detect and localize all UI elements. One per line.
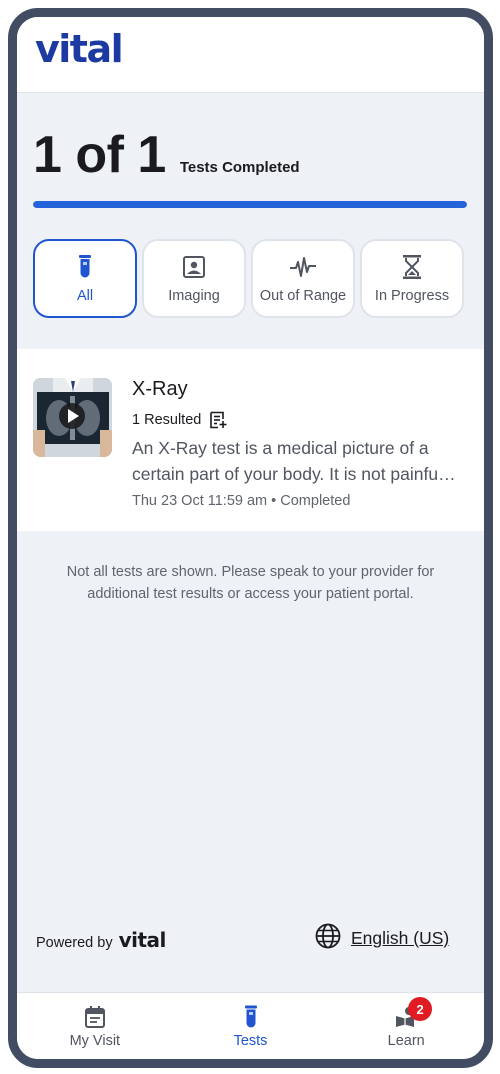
- test-date-status: Thu 23 Oct 11:59 am • Completed: [132, 493, 351, 509]
- vital-logo: vital: [35, 27, 124, 71]
- progress-count: 1 of 1: [33, 126, 166, 184]
- progress-bar: [33, 201, 467, 208]
- filter-out-of-range[interactable]: Out of Range: [251, 239, 355, 318]
- test-card-xray[interactable]: X-Ray 1 Resulted An X-Ray test is a medi…: [17, 349, 484, 531]
- filter-label: Out of Range: [259, 288, 347, 304]
- tab-label: Tests: [233, 1033, 268, 1049]
- tab-my-visit[interactable]: My Visit: [17, 993, 173, 1059]
- xray-thumbnail: [33, 378, 112, 457]
- image-portrait-icon: [180, 253, 208, 281]
- filter-label: All: [76, 288, 94, 304]
- tab-learn[interactable]: 2 Learn: [328, 993, 484, 1059]
- tab-label: My Visit: [69, 1033, 121, 1049]
- hourglass-icon: [398, 253, 426, 281]
- tests-notice: Not all tests are shown. Please speak to…: [66, 564, 435, 602]
- progress-label: Tests Completed: [179, 159, 300, 176]
- resulted-count: 1 Resulted: [132, 412, 202, 428]
- powered-by-label: Powered by: [36, 935, 113, 951]
- learn-badge: 2: [408, 997, 433, 1021]
- test-title: X-Ray: [132, 378, 188, 400]
- pulse-icon: [289, 253, 317, 281]
- phone-frame: vital 1 of 1 Tests Completed All Imaging…: [8, 8, 493, 1068]
- test-tube-icon: [71, 253, 99, 281]
- progress-bar-fill: [33, 201, 467, 208]
- vital-logo-small: vital: [118, 928, 167, 952]
- tab-tests[interactable]: Tests: [173, 993, 329, 1059]
- calendar-icon: [82, 1004, 108, 1030]
- powered-by: Powered by vital: [36, 928, 166, 952]
- filter-in-progress[interactable]: In Progress: [360, 239, 464, 318]
- language-label: English (US): [351, 928, 450, 948]
- bottom-tab-bar: My Visit Tests 2 Learn: [17, 992, 484, 1059]
- tab-label: Learn: [387, 1033, 425, 1049]
- filter-tabs: All Imaging Out of Range In Progress: [33, 239, 464, 318]
- result-document-icon: [209, 411, 227, 429]
- filter-all[interactable]: All: [33, 239, 137, 318]
- progress-summary: 1 of 1 Tests Completed: [33, 125, 300, 185]
- filter-imaging[interactable]: Imaging: [142, 239, 246, 318]
- test-description: An X-Ray test is a medical picture of a …: [132, 438, 456, 484]
- filter-label: In Progress: [374, 288, 450, 304]
- language-selector[interactable]: English (US): [315, 923, 449, 954]
- resulted-row: 1 Resulted: [132, 411, 227, 429]
- filter-label: Imaging: [168, 288, 220, 304]
- app-header: vital: [17, 17, 484, 93]
- person-book-icon: 2: [393, 997, 433, 1030]
- globe-icon: [315, 923, 341, 954]
- test-tube-icon: [238, 1004, 264, 1030]
